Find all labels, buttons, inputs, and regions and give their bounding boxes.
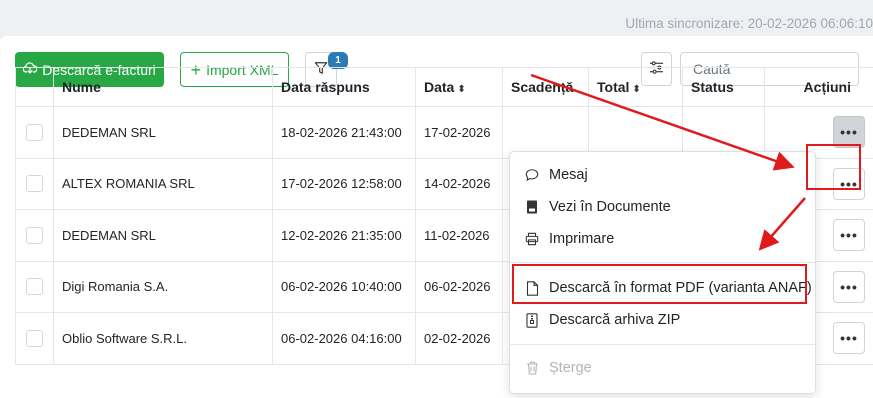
column-header-total[interactable]: Total ⬍ bbox=[588, 67, 683, 107]
zip-file-icon bbox=[525, 312, 539, 328]
table-header-row: Nume Data răspuns Data ⬍ Scadență Total ⬍ … bbox=[15, 67, 873, 107]
cell-date: 14-02-2026 bbox=[415, 157, 503, 210]
column-header-status[interactable]: Status bbox=[682, 67, 765, 107]
cell-date: 02-02-2026 bbox=[415, 312, 503, 365]
menu-divider bbox=[510, 344, 815, 345]
sort-icon: ⬍ bbox=[457, 84, 466, 95]
cell-response-date: 12-02-2026 21:35:00 bbox=[272, 209, 416, 262]
cell-date: 06-02-2026 bbox=[415, 260, 503, 313]
cell-date: 17-02-2026 bbox=[415, 106, 503, 159]
chat-bubble-icon bbox=[525, 168, 539, 182]
menu-item-message[interactable]: Mesaj bbox=[510, 161, 815, 189]
menu-item-delete-label: Șterge bbox=[549, 360, 592, 376]
menu-item-download-zip[interactable]: Descarcă arhiva ZIP bbox=[510, 306, 815, 334]
row-checkbox[interactable] bbox=[26, 278, 43, 296]
menu-item-download-pdf-label: Descarcă în format PDF (varianta ANAF) bbox=[549, 280, 812, 296]
menu-item-download-pdf[interactable]: Descarcă în format PDF (varianta ANAF) bbox=[510, 274, 815, 302]
column-header-date[interactable]: Data ⬍ bbox=[415, 67, 503, 107]
more-actions-button[interactable]: ••• bbox=[833, 167, 865, 200]
cell-response-date: 18-02-2026 21:43:00 bbox=[272, 106, 416, 159]
menu-item-print-label: Imprimare bbox=[549, 231, 615, 247]
menu-item-delete: Șterge bbox=[510, 354, 815, 382]
row-checkbox[interactable] bbox=[26, 226, 43, 244]
column-header-actions: Acțiuni bbox=[764, 67, 873, 107]
row-select-cell bbox=[15, 106, 54, 159]
column-header-due[interactable]: Scadență bbox=[502, 67, 589, 107]
menu-item-message-label: Mesaj bbox=[549, 167, 588, 183]
cell-response-date: 17-02-2026 12:58:00 bbox=[272, 157, 416, 210]
row-checkbox[interactable] bbox=[26, 329, 43, 347]
menu-item-view-documents[interactable]: Vezi în Documente bbox=[510, 193, 815, 221]
menu-divider bbox=[510, 262, 815, 263]
cell-name: DEDEMAN SRL bbox=[53, 209, 273, 262]
column-header-response-date[interactable]: Data răspuns bbox=[272, 67, 416, 107]
cell-response-date: 06-02-2026 10:40:00 bbox=[272, 260, 416, 313]
column-header-date-label: Data bbox=[424, 79, 455, 95]
row-select-cell bbox=[15, 312, 54, 365]
trash-icon bbox=[525, 361, 539, 375]
last-sync-text: Ultima sincronizare: 20-02-2026 06:06:10 bbox=[625, 16, 873, 31]
cell-name: Oblio Software S.R.L. bbox=[53, 312, 273, 365]
cell-date: 11-02-2026 bbox=[415, 209, 503, 262]
column-header-name[interactable]: Nume bbox=[53, 67, 273, 107]
more-actions-button[interactable]: ••• bbox=[833, 219, 865, 252]
pdf-file-icon bbox=[525, 280, 539, 296]
select-all-cell bbox=[15, 67, 54, 107]
cell-name: Digi Romania S.A. bbox=[53, 260, 273, 313]
cell-response-date: 06-02-2026 04:16:00 bbox=[272, 312, 416, 365]
printer-icon bbox=[525, 232, 539, 246]
sort-icon: ⬍ bbox=[632, 84, 641, 95]
menu-item-download-zip-label: Descarcă arhiva ZIP bbox=[549, 312, 681, 328]
row-select-cell bbox=[15, 157, 54, 210]
more-actions-button[interactable]: ••• bbox=[833, 116, 865, 149]
document-icon bbox=[525, 200, 539, 214]
row-select-cell bbox=[15, 260, 54, 313]
column-header-total-label: Total bbox=[597, 79, 630, 95]
cell-name: DEDEMAN SRL bbox=[53, 106, 273, 159]
row-checkbox[interactable] bbox=[26, 175, 43, 193]
menu-item-view-documents-label: Vezi în Documente bbox=[549, 199, 671, 215]
row-checkbox[interactable] bbox=[26, 123, 43, 141]
menu-item-print[interactable]: Imprimare bbox=[510, 225, 815, 253]
cell-name: ALTEX ROMANIA SRL bbox=[53, 157, 273, 210]
row-actions-menu: Mesaj Vezi în Documente Imprimare Descar… bbox=[509, 151, 816, 394]
more-actions-button[interactable]: ••• bbox=[833, 322, 865, 355]
row-select-cell bbox=[15, 209, 54, 262]
more-actions-button[interactable]: ••• bbox=[833, 270, 865, 303]
